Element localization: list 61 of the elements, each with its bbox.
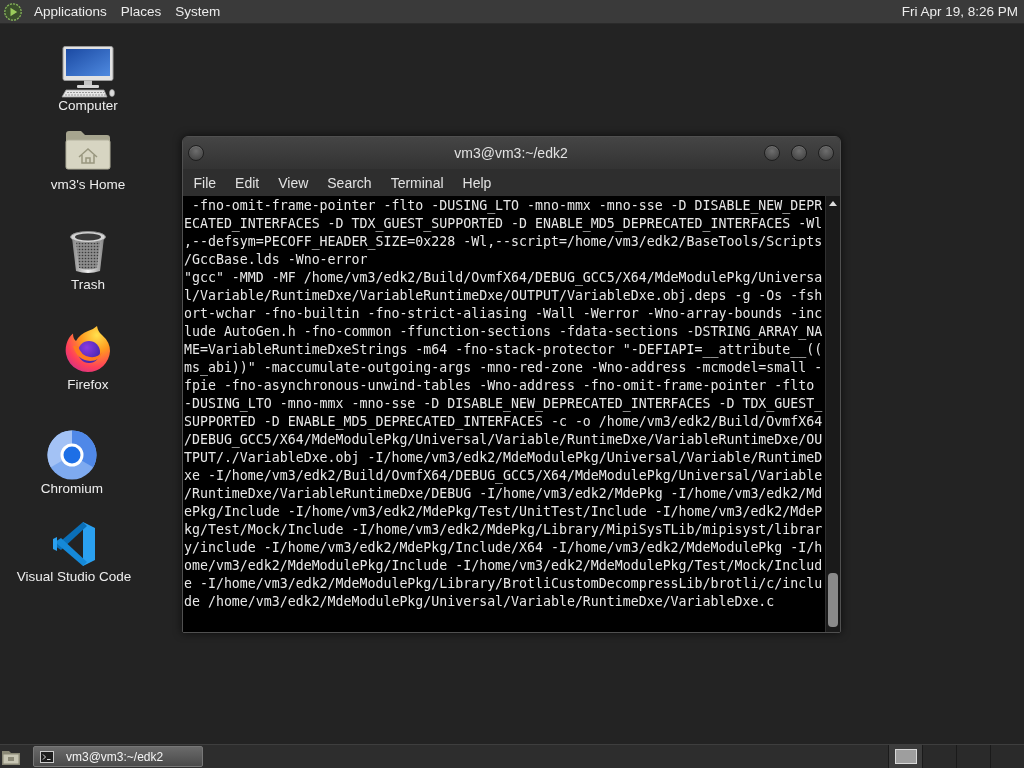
browser-flame-icon[interactable] [64, 325, 112, 373]
scrollbar[interactable] [825, 196, 840, 632]
scroll-up-icon[interactable] [829, 201, 837, 206]
desktop-icon-label[interactable]: Firefox [67, 377, 109, 393]
terminal-line: fpie -fno-asynchronous-unwind-tables -Wno-address -fno-omit-frame-pointer -flto [184, 377, 815, 395]
terminal-line: ePkg/Include -I/home/vm3/edk2/MdePkg/Test/UnitTest/Include -I/home/vm3/edk2/MdeP [184, 503, 823, 521]
terminal-line: ms_abi))" -maccumulate-outgoing-args -mno-red-zone -Wno-address -mcmodel=small - [184, 359, 823, 377]
workspace-cell[interactable] [888, 745, 922, 768]
terminal-line: kg/Test/Mock/Include -I/home/vm3/edk2/MdePkg/Library/MipiSysTLib/mipisyst/librar [184, 521, 823, 539]
desktop-icon-label[interactable]: Chromium [40, 481, 104, 497]
panel-menu[interactable]: Applications [27, 1, 114, 22]
play-circle-icon[interactable] [4, 2, 22, 21]
desktop-icon-label[interactable]: Trash [71, 277, 105, 293]
panel-menu[interactable]: Places [113, 1, 169, 22]
terminal-icon [40, 750, 54, 763]
menu-item[interactable]: Edit [225, 172, 269, 193]
window-thumbnail-icon [894, 749, 917, 764]
terminal-line: ort-wchar -fno-builtin -fno-strict-aliasing -Wall -Werror -Wno-array-bounds -inc [184, 305, 823, 323]
terminal-line: ECATED_INTERFACES -D TDX_GUEST_SUPPORTED -D ENABLE_MD5_DEPRECATED_INTERFACES -Wl [184, 215, 823, 233]
terminal-line: /DEBUG_GCC5/X64/MdeModulePkg/Universal/Variable/RuntimeDxe/VariableRuntimeDxe/OU [184, 431, 823, 449]
home-folder-icon[interactable] [65, 130, 111, 170]
editor-ribbon-icon[interactable] [52, 521, 96, 567]
terminal-line: SUPPORTED -D ENABLE_MD5_DEPRECATED_INTERFACES -c -o /home/vm3/edk2/Build/OvmfX64 [184, 413, 823, 431]
panel-menu[interactable]: System [168, 1, 228, 22]
close-button[interactable] [818, 145, 834, 161]
terminal-line: TPUT/./VariableDxe.obj -I/home/vm3/edk2/MdeModulePkg/Universal/Variable/RuntimeD [184, 449, 823, 467]
monitor-icon[interactable] [60, 46, 116, 98]
desktop-icon-label[interactable]: vm3's Home [50, 177, 126, 193]
browser-ring-icon[interactable] [47, 430, 97, 480]
trash-bin-icon[interactable] [69, 230, 107, 275]
terminal-line: ome/vm3/edk2/MdeModulePkg/Include -I/home/vm3/edk2/MdeModulePkg/Test/Mock/Includ [184, 557, 823, 575]
window-title: vm3@vm3:~/edk2 [454, 145, 568, 161]
menu-item[interactable]: Help [453, 172, 501, 193]
terminal-line: lude AutoGen.h -fno-common -ffunction-sections -fdata-sections -DSTRING_ARRAY_NA [184, 323, 823, 341]
workspace-cell[interactable] [990, 745, 1024, 768]
terminal-line: /RuntimeDxe/VariableRuntimeDxe/DEBUG -I/home/vm3/edk2/MdePkg -I/home/vm3/edk2/Md [184, 485, 823, 503]
menu-item[interactable]: Search [317, 172, 382, 193]
taskbar-button[interactable]: vm3@vm3:~/edk2 [33, 746, 203, 767]
terminal-line: y/include -I/home/vm3/edk2/MdePkg/Include/X64 -I/home/vm3/edk2/MdeModulePkg -I/h [184, 539, 823, 557]
menu-item[interactable]: View [268, 172, 318, 193]
menu-item[interactable]: File [184, 172, 226, 193]
desktop-icon-label[interactable]: Visual Studio Code [16, 569, 132, 585]
terminal-line: e -I/home/vm3/edk2/MdeModulePkg/Library/BrotliCustomDecompressLib/brotli/c/inclu [184, 575, 823, 593]
terminal-line: de /home/vm3/edk2/MdeModulePkg/Universal/Variable/RuntimeDxe/VariableDxe.c [184, 593, 775, 611]
workspace-cell[interactable] [956, 745, 990, 768]
terminal-line: xe -I/home/vm3/edk2/Build/OvmfX64/DEBUG_GCC5/X64/MdeModulePkg/Universal/Variable [184, 467, 823, 485]
scrollbar-thumb[interactable] [828, 573, 838, 627]
workspace-cell[interactable] [922, 745, 956, 768]
maximize-button[interactable] [791, 145, 807, 161]
minimize-button[interactable] [764, 145, 780, 161]
desktop-icon-label[interactable]: Computer [58, 98, 118, 114]
window-menu-button[interactable] [188, 145, 204, 161]
terminal-line: -fno-omit-frame-pointer -flto -DUSING_LTO -mno-mmx -mno-sse -D DISABLE_NEW_DEPR [190, 197, 823, 215]
terminal-line: ,--defsym=PECOFF_HEADER_SIZE=0x228 -Wl,--script=/home/vm3/edk2/BaseTools/Scripts [184, 233, 823, 251]
menu-item[interactable]: Terminal [381, 172, 454, 193]
terminal-line: /GccBase.lds -Wno-error [184, 251, 368, 269]
terminal-line: -DUSING_LTO -mno-mmx -mno-sse -D DISABLE_NEW_DEPRECATED_INTERFACES -D TDX_GUEST_ [184, 395, 823, 413]
terminal-line: "gcc" -MMD -MF /home/vm3/edk2/Build/OvmfX64/DEBUG_GCC5/X64/MdeModulePkg/Universa [184, 269, 823, 287]
clock[interactable]: Fri Apr 19, 8:26 PM [901, 1, 1018, 22]
terminal-line: ME=VariableRuntimeDxeStrings -m64 -fno-stack-protector "-DEFIAPI=__attribute__(( [184, 341, 823, 359]
terminal-line: l/Variable/RuntimeDxe/VariableRuntimeDxe/OUTPUT/VariableDxe.obj.deps -g -Os -fsh [184, 287, 823, 305]
